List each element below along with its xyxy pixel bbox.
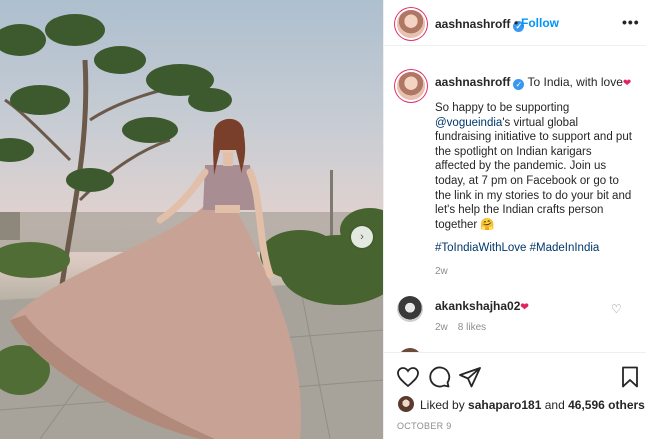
caption-title: To India, with love (527, 75, 623, 89)
liker-username[interactable]: sahaparo181 (468, 398, 541, 412)
instagram-post: › aashnashroff ✓ • Follow ••• aashnashrof… (0, 0, 646, 439)
caption-author-avatar[interactable] (397, 72, 425, 100)
liker-avatar[interactable] (398, 396, 414, 412)
likes-summary: Liked by sahaparo181 and 46,596 others (420, 398, 645, 412)
comment-meta: 2w 8 likes (435, 322, 496, 333)
author-username[interactable]: aashnashroff ✓ (435, 17, 525, 32)
comment-like-icon[interactable]: ♡ (611, 302, 622, 316)
verified-icon: ✓ (513, 79, 525, 90)
commenter-avatar[interactable] (397, 296, 423, 322)
caption-hashtags[interactable]: #ToIndiaWithLove #MadeInIndia (435, 242, 599, 254)
separator-dot: • (514, 16, 519, 30)
carousel-next-button[interactable]: › (351, 226, 373, 248)
caption-text-part: So happy to be supporting (435, 102, 570, 114)
comment: akankshajha02❤ (435, 299, 529, 313)
caption-text-part: 's virtual global fundraising initiative… (435, 116, 632, 231)
more-icon[interactable]: ••• (622, 14, 640, 30)
caption-username[interactable]: aashnashroff (435, 75, 510, 89)
caption-timestamp[interactable]: 2w (435, 266, 448, 277)
caption-header: aashnashroff ✓ To India, with love❤ (435, 75, 631, 90)
likes-prefix: Liked by (420, 398, 469, 412)
post-details-panel: aashnashroff ✓ • Follow ••• aashnashroff ✓… (383, 0, 646, 439)
author-username-text[interactable]: aashnashroff (435, 17, 510, 31)
commenter-username[interactable]: akankshajha02 (435, 299, 520, 313)
follow-button[interactable]: Follow (521, 16, 559, 30)
bookmark-icon[interactable] (618, 365, 642, 389)
chevron-right-icon: › (360, 231, 364, 243)
comment-likes[interactable]: 8 likes (458, 322, 486, 333)
likes-count[interactable]: 46,596 others (568, 398, 645, 412)
share-icon[interactable] (458, 365, 482, 389)
post-actions: Liked by sahaparo181 and 46,596 others O… (384, 352, 646, 439)
post-photo[interactable]: › (0, 0, 383, 439)
post-header: aashnashroff ✓ • Follow ••• (384, 0, 646, 46)
caption-text: So happy to be supporting @vogueindia's … (435, 101, 635, 232)
comment-icon[interactable] (427, 365, 451, 389)
photo-illustration (0, 14, 383, 439)
comments-section[interactable]: aashnashroff ✓ To India, with love❤ So ha… (384, 46, 646, 352)
heart-icon[interactable] (396, 365, 420, 389)
likes-conjunction: and (541, 398, 569, 412)
comment-timestamp[interactable]: 2w (435, 322, 448, 333)
heart-emoji-icon: ❤ (520, 302, 529, 313)
author-avatar[interactable] (397, 10, 425, 38)
mention-link[interactable]: @vogueindia (435, 117, 502, 129)
heart-emoji-icon: ❤ (622, 78, 632, 89)
post-date[interactable]: OCTOBER 9 (397, 421, 452, 431)
